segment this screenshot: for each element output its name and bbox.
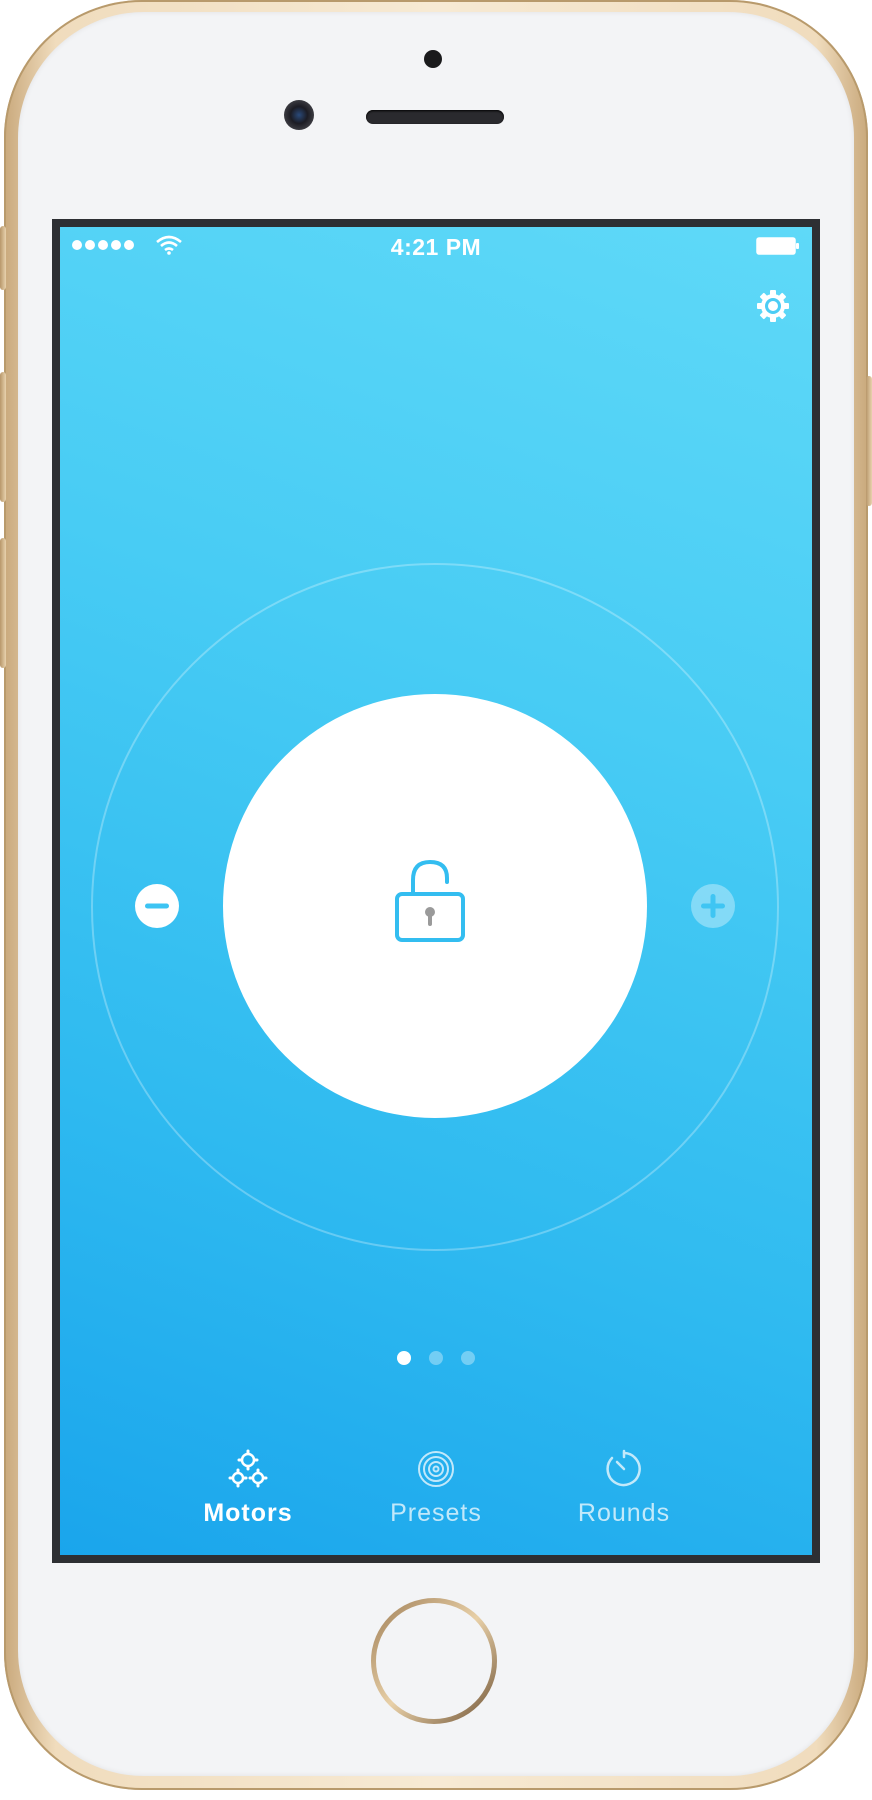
- plus-circle-icon[interactable]: [690, 883, 736, 929]
- power-button: [866, 376, 872, 506]
- tab-presets-label: Presets: [390, 1499, 482, 1527]
- home-button[interactable]: [371, 1598, 497, 1724]
- mute-switch: [0, 226, 6, 290]
- status-bar: 4:21 PM: [60, 227, 812, 267]
- tab-presets[interactable]: Presets: [356, 1437, 516, 1555]
- concentric-circles-icon: [418, 1451, 454, 1487]
- volume-up-button: [0, 372, 6, 502]
- tab-motors[interactable]: Motors: [168, 1437, 328, 1555]
- battery-icon: [756, 237, 799, 255]
- gears-icon: [228, 1449, 268, 1488]
- page-dot-1[interactable]: [397, 1351, 411, 1365]
- unlocked-padlock-icon: [395, 859, 465, 942]
- status-time: 4:21 PM: [390, 234, 482, 260]
- tab-rounds-label: Rounds: [577, 1499, 671, 1527]
- tab-rounds[interactable]: Rounds: [544, 1437, 704, 1555]
- volume-down-button: [0, 538, 6, 668]
- proximity-sensor: [424, 50, 442, 68]
- front-camera: [284, 100, 314, 130]
- page-dot-3[interactable]: [461, 1351, 475, 1365]
- timer-icon: [606, 1449, 641, 1487]
- tab-bar: Motors Presets Rounds: [60, 1437, 812, 1555]
- gear-icon[interactable]: [754, 287, 792, 325]
- page-dot-2[interactable]: [429, 1351, 443, 1365]
- earpiece-speaker: [366, 110, 504, 124]
- app-screen: 4:21 PM Motors Presets Rounds: [60, 227, 812, 1555]
- page-indicator: [60, 1351, 812, 1365]
- tab-motors-label: Motors: [203, 1499, 293, 1527]
- minus-circle-icon[interactable]: [134, 883, 180, 929]
